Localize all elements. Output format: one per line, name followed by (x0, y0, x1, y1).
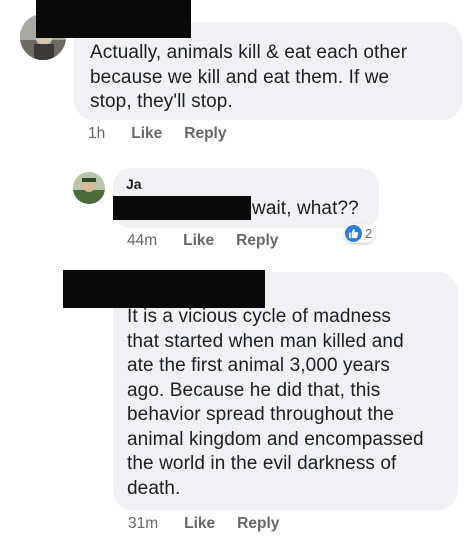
reply-button[interactable]: Reply (184, 125, 226, 143)
thumbs-up-icon (345, 225, 362, 242)
commenter-avatar[interactable] (73, 172, 105, 204)
like-button[interactable]: Like (184, 515, 215, 533)
redacted-name-bar (36, 0, 191, 38)
reaction-count-badge[interactable]: 2 (344, 224, 376, 243)
redacted-name-bar (113, 196, 251, 220)
comment-timestamp[interactable]: 44m (127, 232, 157, 250)
comment-meta: 44m Like Reply (127, 232, 300, 250)
comment-text: wait, what?? (252, 198, 359, 219)
comment-text: Actually, animals kill & eat each other … (90, 42, 408, 112)
redacted-name-bar (63, 270, 265, 308)
comment-timestamp[interactable]: 1h (88, 125, 105, 143)
comment-author-name[interactable]: Ja (126, 176, 142, 192)
profile-photo-icon (73, 172, 105, 204)
reply-button[interactable]: Reply (236, 232, 278, 250)
like-button[interactable]: Like (131, 125, 162, 143)
comment-text: It is a vicious cycle of madness that st… (127, 306, 424, 499)
comment-meta: 31m Like Reply (128, 515, 301, 533)
comment-timestamp[interactable]: 31m (128, 515, 158, 533)
reaction-count: 2 (365, 226, 373, 241)
reply-button[interactable]: Reply (237, 515, 279, 533)
comment-meta: 1h Like Reply (88, 125, 248, 143)
like-button[interactable]: Like (183, 232, 214, 250)
